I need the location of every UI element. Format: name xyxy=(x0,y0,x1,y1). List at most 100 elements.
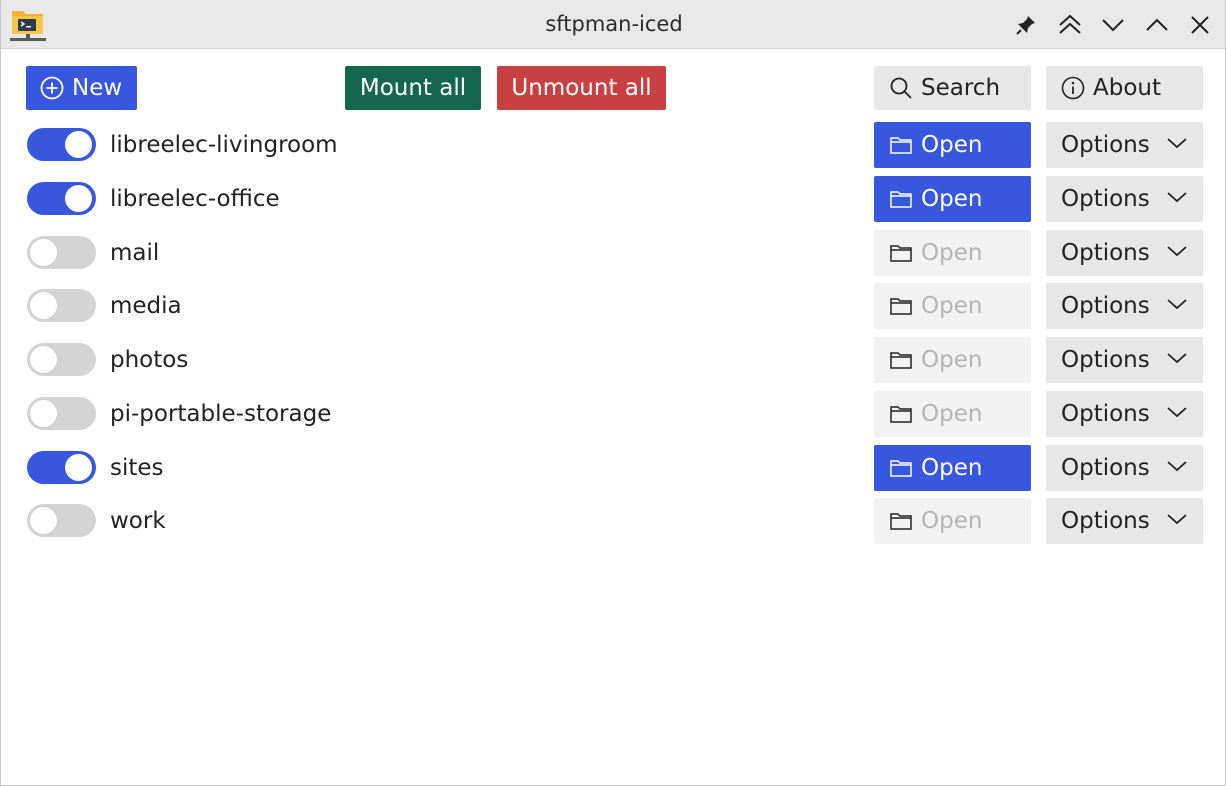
title-bar[interactable]: sftpman-iced xyxy=(1,0,1225,49)
chevron-up-icon[interactable] xyxy=(1144,12,1170,38)
mount-row: work Open Options xyxy=(1,498,1225,544)
folder-icon xyxy=(889,188,913,210)
mount-name: pi-portable-storage xyxy=(110,401,332,427)
window-title: sftpman-iced xyxy=(545,12,683,36)
mount-row: sites Open Options xyxy=(1,445,1225,491)
folder-icon xyxy=(889,457,913,479)
chevron-down-icon xyxy=(1166,405,1188,419)
mount-name: libreelec-livingroom xyxy=(110,132,338,158)
open-button-label: Open xyxy=(921,131,983,158)
mount-row: media Open Options xyxy=(1,283,1225,329)
mount-toggle[interactable] xyxy=(27,451,96,484)
chevron-down-icon xyxy=(1166,512,1188,526)
toggle-knob xyxy=(30,400,57,427)
options-button[interactable]: Options xyxy=(1046,391,1203,437)
mount-toggle[interactable] xyxy=(27,182,96,215)
options-button[interactable]: Options xyxy=(1046,445,1203,491)
mount-toggle[interactable] xyxy=(27,289,96,322)
options-button-label: Options xyxy=(1061,185,1150,212)
mount-name: sites xyxy=(110,455,164,481)
mount-name: libreelec-office xyxy=(110,186,280,212)
mount-row: mail Open Options xyxy=(1,230,1225,276)
toggle-knob xyxy=(65,185,92,212)
search-icon xyxy=(889,76,913,100)
mount-row: libreelec-livingroom Open Options xyxy=(1,122,1225,168)
open-button[interactable]: Open xyxy=(874,391,1031,437)
info-circle-icon xyxy=(1061,76,1085,100)
options-button-label: Options xyxy=(1061,454,1150,481)
options-button-label: Options xyxy=(1061,507,1150,534)
about-button-label: About xyxy=(1093,74,1162,101)
open-button[interactable]: Open xyxy=(874,230,1031,276)
open-button-label: Open xyxy=(921,292,983,319)
pin-icon[interactable] xyxy=(1013,12,1039,38)
mount-all-label: Mount all xyxy=(359,74,467,101)
mount-name: mail xyxy=(110,240,160,266)
search-button[interactable]: Search xyxy=(874,66,1031,110)
folder-icon xyxy=(889,295,913,317)
chevron-down-icon xyxy=(1166,297,1188,311)
new-button[interactable]: New xyxy=(26,66,137,110)
mount-name: photos xyxy=(110,347,189,373)
folder-icon xyxy=(889,134,913,156)
mount-toggle[interactable] xyxy=(27,236,96,269)
folder-icon xyxy=(889,349,913,371)
chevron-down-icon xyxy=(1166,351,1188,365)
open-button[interactable]: Open xyxy=(874,176,1031,222)
options-button[interactable]: Options xyxy=(1046,337,1203,383)
terminal-folder-icon xyxy=(9,8,47,42)
toggle-knob xyxy=(30,507,57,534)
toggle-knob xyxy=(30,292,57,319)
open-button-label: Open xyxy=(921,239,983,266)
mount-row: pi-portable-storage Open Options xyxy=(1,391,1225,437)
options-button[interactable]: Options xyxy=(1046,230,1203,276)
mount-toggle[interactable] xyxy=(27,397,96,430)
open-button-label: Open xyxy=(921,185,983,212)
options-button-label: Options xyxy=(1061,346,1150,373)
toggle-knob xyxy=(65,131,92,158)
mount-toggle[interactable] xyxy=(27,504,96,537)
search-button-label: Search xyxy=(921,74,1001,101)
plus-circle-icon xyxy=(40,76,64,100)
toggle-knob xyxy=(30,239,57,266)
toggle-knob xyxy=(65,454,92,481)
options-button[interactable]: Options xyxy=(1046,283,1203,329)
chevron-down-icon xyxy=(1166,459,1188,473)
unmount-all-label: Unmount all xyxy=(511,74,652,101)
mount-name: work xyxy=(110,508,166,534)
mount-row: libreelec-office Open Options xyxy=(1,176,1225,222)
chevron-down-icon xyxy=(1166,136,1188,150)
open-button-label: Open xyxy=(921,400,983,427)
close-icon[interactable] xyxy=(1187,12,1213,38)
open-button[interactable]: Open xyxy=(874,283,1031,329)
mount-name: media xyxy=(110,293,182,319)
chevron-down-icon xyxy=(1166,190,1188,204)
options-button[interactable]: Options xyxy=(1046,122,1203,168)
mount-toggle[interactable] xyxy=(27,128,96,161)
folder-icon xyxy=(889,242,913,264)
mount-toggle[interactable] xyxy=(27,343,96,376)
mount-all-button[interactable]: Mount all xyxy=(345,66,481,110)
chevron-down-icon[interactable] xyxy=(1100,12,1126,38)
options-button-label: Options xyxy=(1061,400,1150,427)
options-button-label: Options xyxy=(1061,292,1150,319)
double-chevron-up-icon[interactable] xyxy=(1057,12,1083,38)
app-window: sftpman-iced New Mount all Unmount all S… xyxy=(0,0,1226,786)
open-button[interactable]: Open xyxy=(874,498,1031,544)
about-button[interactable]: About xyxy=(1046,66,1203,110)
open-button[interactable]: Open xyxy=(874,445,1031,491)
options-button-label: Options xyxy=(1061,239,1150,266)
chevron-down-icon xyxy=(1166,244,1188,258)
open-button[interactable]: Open xyxy=(874,122,1031,168)
options-button[interactable]: Options xyxy=(1046,176,1203,222)
toggle-knob xyxy=(30,346,57,373)
open-button[interactable]: Open xyxy=(874,337,1031,383)
folder-icon xyxy=(889,403,913,425)
options-button[interactable]: Options xyxy=(1046,498,1203,544)
mount-row: photos Open Options xyxy=(1,337,1225,383)
open-button-label: Open xyxy=(921,507,983,534)
open-button-label: Open xyxy=(921,346,983,373)
unmount-all-button[interactable]: Unmount all xyxy=(497,66,666,110)
folder-icon xyxy=(889,510,913,532)
new-button-label: New xyxy=(72,74,123,101)
